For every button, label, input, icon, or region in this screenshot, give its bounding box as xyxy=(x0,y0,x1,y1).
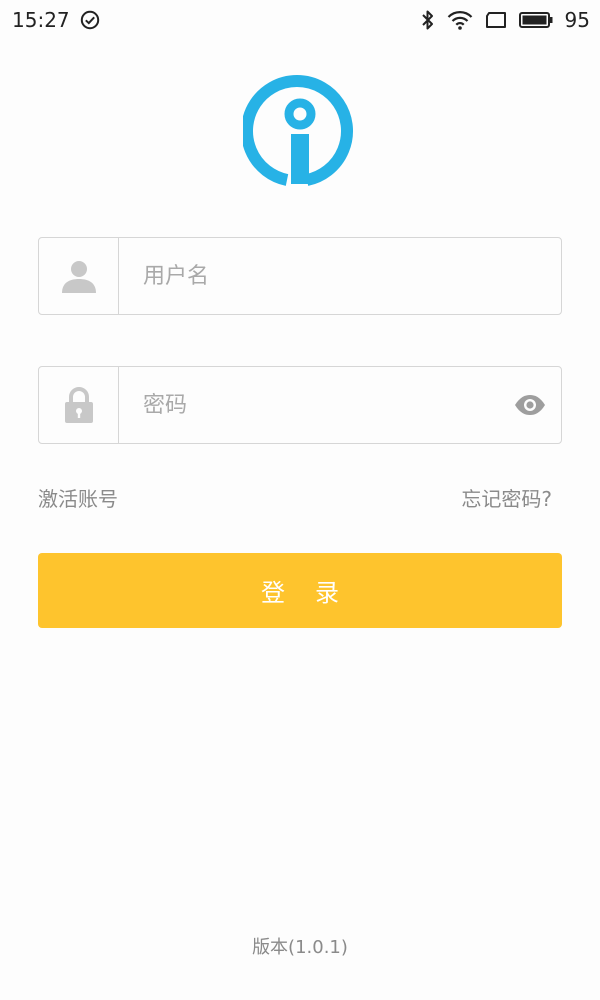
status-bar: 15:27 95 xyxy=(0,0,600,40)
lock-icon xyxy=(39,367,119,443)
login-button[interactable]: 登录 xyxy=(38,553,562,628)
screen-icon xyxy=(485,11,507,29)
version-label: 版本(1.0.1) xyxy=(252,937,348,958)
user-icon xyxy=(39,238,119,314)
status-time: 15:27 xyxy=(12,8,70,32)
forgot-password-link[interactable]: 忘记密码? xyxy=(461,483,552,512)
battery-icon xyxy=(518,11,553,29)
wifi-icon xyxy=(447,10,473,30)
battery-level: 95 xyxy=(564,8,590,32)
password-field xyxy=(38,366,562,444)
status-left: 15:27 xyxy=(12,8,100,32)
status-right: 95 xyxy=(421,8,590,32)
info-logo-icon xyxy=(241,74,357,188)
activate-account-link[interactable]: 激活账号 xyxy=(38,483,118,512)
password-input[interactable] xyxy=(119,367,499,443)
login-screen: 15:27 95 用户名 激活账号 忘记密码? 登录 版本(1.0.1) xyxy=(0,0,600,1000)
eye-icon[interactable] xyxy=(499,367,561,443)
username-field xyxy=(38,237,562,315)
username-input[interactable] xyxy=(119,238,561,314)
check-circle-icon xyxy=(80,10,100,30)
bluetooth-icon xyxy=(421,9,435,31)
